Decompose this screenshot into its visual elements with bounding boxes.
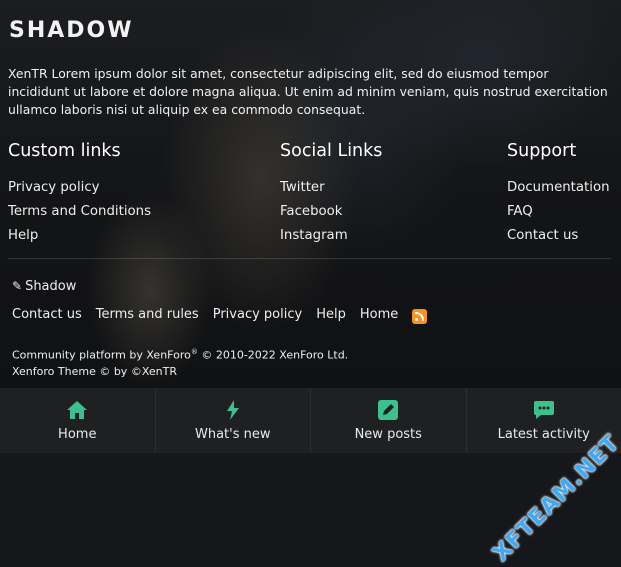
nav-label: Home — [58, 427, 96, 442]
column-title: Support — [507, 141, 610, 161]
nav-label: New posts — [355, 427, 422, 442]
about-text: XenTR Lorem ipsum dolor sit amet, consec… — [8, 65, 608, 119]
bolt-icon — [225, 399, 241, 421]
style-chooser[interactable]: ✎Shadow — [12, 279, 76, 294]
custom-links-column: Custom links Privacy policy Terms and Co… — [8, 141, 151, 252]
footer-link-twitter[interactable]: Twitter — [280, 180, 382, 204]
home-icon — [65, 399, 89, 421]
copyright-theme[interactable]: Xenforo Theme © by ©XenTR — [12, 364, 348, 380]
rss-icon[interactable] — [412, 309, 427, 324]
edit-icon — [377, 399, 399, 421]
footer-link-documentation[interactable]: Documentation — [507, 180, 610, 204]
footer-link-contact-us[interactable]: Contact us — [12, 307, 82, 322]
footer-link-instagram[interactable]: Instagram — [280, 228, 382, 252]
copyright: Community platform by XenForo® © 2010-20… — [12, 344, 348, 380]
copyright-xenforo-ltd: © 2010-2022 XenForo Ltd. — [201, 349, 348, 362]
footer-link-terms[interactable]: Terms and Conditions — [8, 204, 151, 228]
footer-links: Contact us Terms and rules Privacy polic… — [12, 307, 441, 322]
social-links-column: Social Links Twitter Facebook Instagram — [280, 141, 382, 252]
nav-item-home[interactable]: Home — [0, 388, 156, 453]
footer-link-privacy-policy[interactable]: Privacy policy — [213, 307, 302, 322]
footer-link-help-bottom[interactable]: Help — [316, 307, 346, 322]
footer-link-terms-rules[interactable]: Terms and rules — [96, 307, 199, 322]
nav-label: Latest activity — [498, 427, 590, 442]
footer-link-home[interactable]: Home — [360, 307, 398, 322]
feather-icon: ✎ — [12, 279, 22, 293]
footer-link-facebook[interactable]: Facebook — [280, 204, 382, 228]
chat-icon — [533, 399, 555, 421]
nav-item-whats-new[interactable]: What's new — [156, 388, 312, 453]
footer-link-faq[interactable]: FAQ — [507, 204, 610, 228]
nav-item-new-posts[interactable]: New posts — [311, 388, 467, 453]
copyright-xenforo[interactable]: Community platform by XenForo — [12, 349, 191, 362]
nav-label: What's new — [195, 427, 271, 442]
bottom-nav: Home What's new New posts Latest activit… — [0, 387, 621, 453]
column-title: Social Links — [280, 141, 382, 161]
site-logo[interactable]: SHADOW — [9, 18, 134, 43]
column-title: Custom links — [8, 141, 151, 161]
footer-link-contact[interactable]: Contact us — [507, 228, 610, 252]
footer-link-help[interactable]: Help — [8, 228, 151, 252]
support-column: Support Documentation FAQ Contact us — [507, 141, 610, 252]
footer-link-privacy[interactable]: Privacy policy — [8, 180, 151, 204]
style-name: Shadow — [25, 279, 76, 294]
footer-divider — [8, 258, 611, 259]
